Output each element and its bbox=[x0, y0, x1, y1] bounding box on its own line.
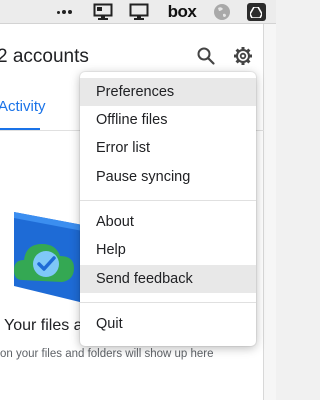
accounts-title: 2 accounts bbox=[0, 46, 89, 67]
settings-dropdown-menu: Preferences Offline files Error list Pau… bbox=[80, 72, 256, 346]
menu-item-error-list[interactable]: Error list bbox=[80, 134, 256, 162]
menu-item-send-feedback[interactable]: Send feedback bbox=[80, 265, 256, 293]
macos-menu-bar: box bbox=[0, 0, 276, 24]
empty-state-title: Your files a bbox=[4, 317, 83, 334]
gear-icon[interactable] bbox=[232, 45, 254, 67]
menu-item-preferences[interactable]: Preferences bbox=[80, 78, 256, 106]
menu-item-offline-files[interactable]: Offline files bbox=[80, 106, 256, 134]
menu-item-quit[interactable]: Quit bbox=[80, 310, 256, 338]
search-icon[interactable] bbox=[196, 46, 216, 66]
cloud-sync-illustration bbox=[0, 200, 90, 310]
menu-item-help[interactable]: Help bbox=[80, 236, 256, 264]
empty-state-subtitle: on your files and folders will show up h… bbox=[0, 348, 214, 360]
menu-divider bbox=[80, 200, 256, 201]
background-window-edge bbox=[264, 24, 276, 400]
display-icon[interactable] bbox=[128, 0, 150, 24]
menu-item-about[interactable]: About bbox=[80, 208, 256, 236]
menu-item-pause-syncing[interactable]: Pause syncing bbox=[80, 163, 256, 191]
globe-icon[interactable] bbox=[212, 0, 232, 24]
box-icon[interactable]: box bbox=[162, 0, 202, 24]
screen-mirror-icon[interactable] bbox=[92, 0, 114, 24]
google-drive-icon[interactable] bbox=[245, 0, 267, 24]
tab-activity[interactable]: Activity bbox=[0, 98, 46, 115]
more-dots-icon[interactable] bbox=[52, 0, 76, 24]
menu-divider bbox=[80, 302, 256, 303]
